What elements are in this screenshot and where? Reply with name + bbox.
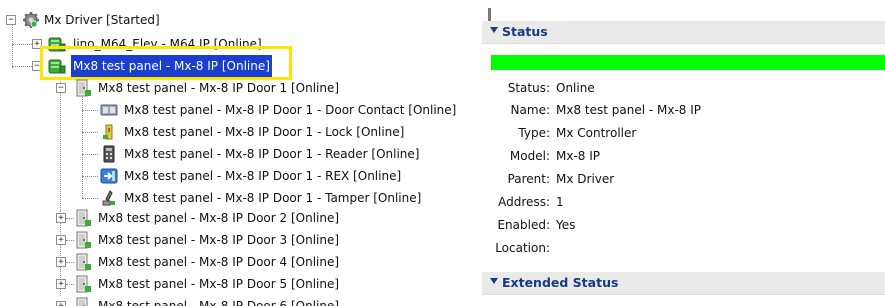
expand-toggle[interactable]: + — [56, 213, 66, 223]
property-row: Name: Mx8 test panel - Mx-8 IP — [478, 99, 878, 121]
expand-toggle[interactable]: + — [56, 279, 66, 289]
expand-toggle[interactable]: + — [56, 235, 66, 245]
lock-icon — [100, 123, 118, 141]
tree-item-tamper[interactable]: Mx8 test panel - Mx-8 IP Door 1 - Tamper… — [0, 187, 478, 209]
tree-item-door-contact[interactable]: Mx8 test panel - Mx-8 IP Door 1 - Door C… — [0, 99, 478, 121]
status-section-header[interactable]: Status — [482, 21, 885, 44]
tree-item-rex[interactable]: Mx8 test panel - Mx-8 IP Door 1 - REX [O… — [0, 165, 478, 187]
door-contact-icon — [100, 101, 118, 119]
tree-item-door[interactable]: + Mx8 test panel - Mx-8 IP Door 3 [Onlin… — [0, 229, 380, 251]
property-row: Type: Mx Controller — [478, 122, 878, 144]
property-value: 1 — [556, 195, 564, 209]
tree-item-label: Mx8 test panel - Mx-8 IP Door 5 [Online] — [98, 277, 340, 291]
tree-item-label: Mx8 test panel - Mx-8 IP Door 1 - Reader… — [124, 147, 420, 161]
property-row: Parent: Mx Driver — [478, 168, 878, 190]
tree-item-root[interactable]: − Mx Driver [Started] — [0, 9, 300, 31]
driver-gear-icon — [22, 11, 40, 29]
tree-item-label: Mx8 test panel - Mx-8 IP Door 2 [Online] — [98, 211, 340, 225]
tree-item-label: Mx8 test panel - Mx-8 IP Door 6 [Online] — [98, 299, 340, 306]
door-icon — [74, 209, 92, 227]
door-icon — [74, 231, 92, 249]
property-key: Status: — [507, 81, 550, 95]
collapse-arrow-icon[interactable] — [490, 27, 498, 33]
property-key: Location: — [495, 241, 550, 255]
selection-highlight-box — [40, 46, 292, 80]
property-key: Model: — [509, 149, 550, 163]
property-key: Name: — [510, 103, 550, 117]
property-key: Type: — [518, 126, 550, 140]
tree-item-door[interactable]: + Mx8 test panel - Mx-8 IP Door 6 [Onlin… — [0, 295, 380, 306]
door-icon — [74, 297, 92, 306]
device-tree: − Mx Driver [Started] + lino_M64_Elev - … — [0, 0, 478, 306]
property-key: Enabled: — [497, 218, 550, 232]
door-icon — [74, 79, 92, 97]
tree-item-label: Mx8 test panel - Mx-8 IP Door 4 [Online] — [98, 255, 340, 269]
tamper-icon — [100, 189, 118, 207]
tree-item-label: Mx8 test panel - Mx-8 IP Door 3 [Online] — [98, 233, 340, 247]
property-row: Status: Online — [478, 77, 878, 99]
tree-item-label: Mx8 test panel - Mx-8 IP Door 1 - Lock [… — [124, 125, 405, 139]
tree-item-door[interactable]: + Mx8 test panel - Mx-8 IP Door 2 [Onlin… — [0, 207, 380, 229]
properties-panel: Status Status: Online Name: Mx8 test pan… — [478, 0, 885, 306]
collapse-arrow-icon[interactable] — [490, 278, 498, 284]
door-icon — [74, 275, 92, 293]
property-value: Mx Driver — [556, 172, 615, 186]
tree-item-door[interactable]: + Mx8 test panel - Mx-8 IP Door 4 [Onlin… — [0, 251, 380, 273]
tree-item-label: Mx8 test panel - Mx-8 IP Door 1 [Online] — [98, 81, 340, 95]
rex-icon — [100, 167, 118, 185]
property-value: Mx-8 IP — [556, 149, 601, 163]
property-key: Parent: — [507, 172, 550, 186]
tree-item-lock[interactable]: Mx8 test panel - Mx-8 IP Door 1 - Lock [… — [0, 121, 478, 143]
property-value: Mx8 test panel - Mx-8 IP — [556, 103, 702, 117]
property-row: Location: — [478, 237, 878, 259]
property-value: Yes — [556, 218, 576, 232]
property-value: Mx Controller — [556, 126, 637, 140]
tree-item-label: Mx8 test panel - Mx-8 IP Door 1 - Tamper… — [124, 191, 422, 205]
status-color-bar — [491, 55, 885, 70]
collapse-toggle[interactable]: − — [6, 15, 16, 25]
tree-item-door[interactable]: + Mx8 test panel - Mx-8 IP Door 5 [Onlin… — [0, 273, 380, 295]
tree-item-door[interactable]: − Mx8 test panel - Mx-8 IP Door 1 [Onlin… — [0, 77, 380, 99]
property-row: Enabled: Yes — [478, 214, 878, 236]
property-key: Address: — [498, 195, 550, 209]
door-icon — [74, 253, 92, 271]
property-row: Address: 1 — [478, 191, 878, 213]
tree-item-reader[interactable]: Mx8 test panel - Mx-8 IP Door 1 - Reader… — [0, 143, 478, 165]
expand-toggle[interactable]: + — [56, 301, 66, 306]
tree-item-label: Mx8 test panel - Mx-8 IP Door 1 - REX [O… — [124, 169, 402, 183]
collapse-toggle[interactable]: − — [56, 83, 66, 93]
property-value: Online — [556, 81, 595, 95]
extended-status-section-header[interactable]: Extended Status — [482, 272, 885, 295]
section-title: Status — [502, 24, 548, 39]
reader-icon — [100, 145, 118, 163]
tree-item-label: Mx Driver [Started] — [44, 13, 160, 27]
expand-toggle[interactable]: + — [56, 257, 66, 267]
tree-item-label: Mx8 test panel - Mx-8 IP Door 1 - Door C… — [124, 103, 457, 117]
section-title: Extended Status — [502, 275, 619, 290]
property-row: Model: Mx-8 IP — [478, 145, 878, 167]
